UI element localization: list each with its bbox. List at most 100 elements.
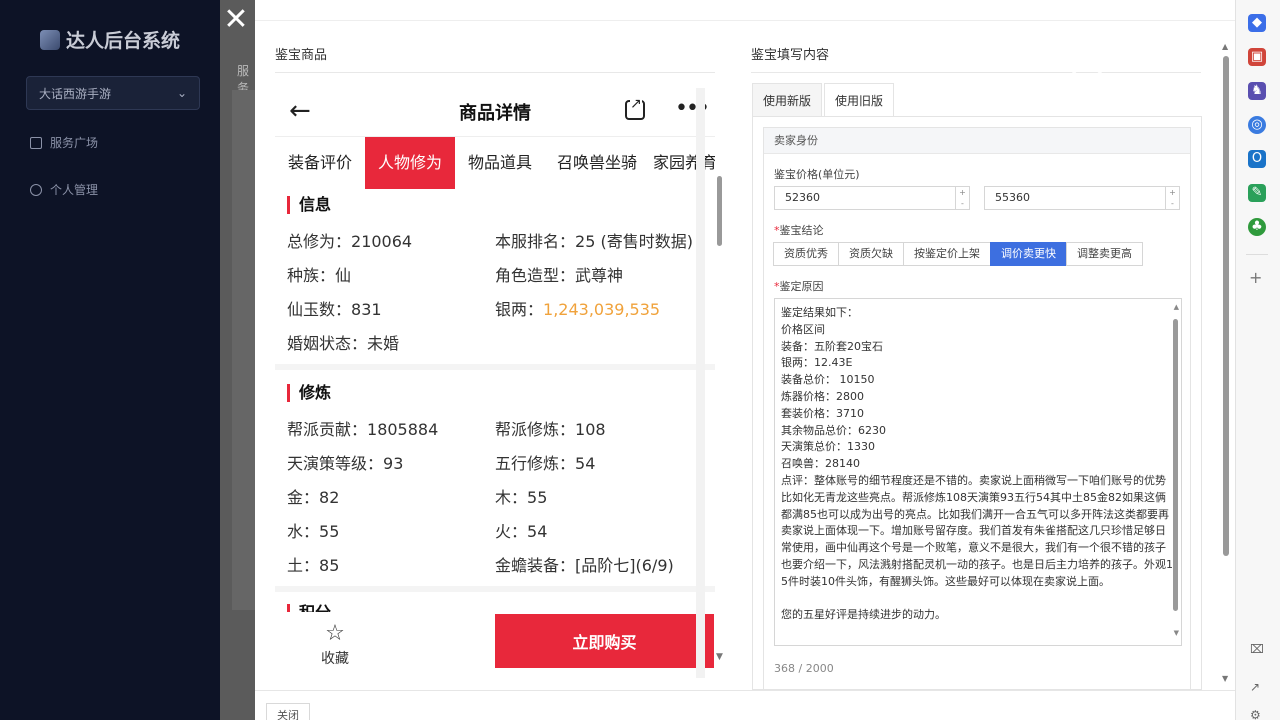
screenshot-icon[interactable]: ⌧ (1250, 642, 1264, 656)
game-select-value: 大话西游手游 (39, 86, 112, 101)
tab-old-version[interactable]: 使用旧版 (824, 83, 895, 117)
train-group-title: 修炼 (287, 384, 331, 402)
building-icon (30, 136, 42, 149)
divider (275, 72, 715, 73)
tab-character-cultivation[interactable]: 人物修为 (365, 137, 455, 189)
add-icon[interactable]: + (1249, 268, 1262, 287)
tag-icon[interactable]: ◆ (1248, 14, 1266, 32)
preview-scrollbar[interactable] (696, 88, 705, 678)
preview-footer: ☆ 收藏 立即购买 (275, 612, 715, 686)
card-title: 卖家身份 (764, 128, 1190, 154)
share-icon[interactable] (625, 96, 645, 120)
textarea-scrollbar[interactable] (1173, 319, 1178, 611)
train-water: 水：55 (287, 522, 340, 541)
info-silver: 银两：1,243,039,535 (495, 300, 661, 319)
points-group-title: 积分 (287, 604, 331, 612)
price-max-input[interactable]: 55360 + - (984, 186, 1180, 210)
external-link-icon[interactable]: ↗ (1250, 680, 1260, 694)
divider (275, 586, 715, 592)
train-guild-contribution: 帮派贡献：1805884 (287, 420, 439, 439)
form-panel: 卖家身份 鉴宝价格(单位元) 52360 + - 55360 + - *鉴宝结论 资… (752, 116, 1202, 697)
conclusion-label: *鉴宝结论 (774, 224, 824, 237)
divider (275, 364, 715, 370)
form-section-title: 鉴宝填写内容 (751, 48, 830, 63)
stepper-icon[interactable]: + - (1165, 187, 1179, 209)
background-overlay: 服务 (220, 0, 255, 720)
chess-icon[interactable]: ♞ (1248, 82, 1266, 100)
sidebar-item-service-plaza[interactable]: 服务广场 (30, 134, 98, 151)
sidebar-item-label: 个人管理 (50, 183, 99, 197)
game-select[interactable]: 大话西游手游 ⌄ (26, 76, 200, 110)
settings-icon[interactable]: ⚙ (1250, 708, 1261, 720)
logo-icon (40, 29, 60, 50)
conclusion-option[interactable]: 资质优秀 (773, 242, 839, 266)
train-tianyan-level: 天演策等级：93 (287, 454, 404, 473)
scroll-up-arrow-icon[interactable]: ▲ (1222, 42, 1228, 51)
favorite-button[interactable]: ☆ 收藏 (305, 622, 365, 668)
info-total-cultivation: 总修为：210064 (287, 232, 413, 251)
watermark: CC截图 (1070, 46, 1181, 81)
stepper-icon[interactable]: + - (955, 187, 969, 209)
tab-items[interactable]: 物品道具 (455, 137, 545, 189)
seller-card: 卖家身份 鉴宝价格(单位元) 52360 + - 55360 + - *鉴宝结论 资… (763, 127, 1191, 697)
tab-home[interactable]: 家园养育 (653, 137, 715, 189)
train-guild-cultivation: 帮派修炼：108 (495, 420, 606, 439)
info-race: 种族：仙 (287, 266, 352, 285)
sidebar: 达人后台系统 大话西游手游 ⌄ 服务广场 个人管理 (0, 0, 220, 720)
info-group-title: 信息 (287, 196, 331, 214)
scroll-up-arrow-icon[interactable]: ▲ (1174, 303, 1179, 311)
background-panel (232, 90, 255, 610)
divider (255, 20, 1235, 21)
toolbox-icon[interactable]: ▣ (1248, 48, 1266, 66)
train-fire: 火：54 (495, 522, 548, 541)
train-earth: 土：85 (287, 556, 340, 575)
price-min-input[interactable]: 52360 + - (774, 186, 970, 210)
scroll-down-arrow-icon[interactable]: ▼ (1222, 674, 1228, 683)
app-logo: 达人后台系统 (40, 26, 180, 53)
goods-section-title: 鉴宝商品 (275, 48, 328, 63)
info-jade: 仙玉数：831 (287, 300, 382, 319)
price-min-value: 52360 (785, 191, 820, 204)
conclusion-option[interactable]: 资质欠缺 (838, 242, 904, 266)
tab-summons-mounts[interactable]: 召唤兽坐骑 (545, 137, 649, 189)
detail-body: 信息 总修为：210064 本服排名：25 (寄售时数据) 种族：仙 角色造型：… (275, 188, 715, 612)
preview-scrollbar-thumb[interactable] (717, 176, 722, 246)
train-five-elements: 五行修炼：54 (495, 454, 596, 473)
tab-equipment-rating[interactable]: 装备评价 (275, 137, 365, 189)
train-metal: 金：82 (287, 488, 340, 507)
outlook-icon[interactable]: O (1248, 150, 1266, 168)
tree-icon[interactable]: ♣ (1248, 218, 1266, 236)
preview-title: 商品详情 (459, 103, 531, 124)
close-modal-icon[interactable]: ✕ (221, 5, 251, 36)
sidebar-item-label: 服务广场 (50, 136, 99, 150)
conclusion-group: 资质优秀 资质欠缺 按鉴定价上架 调价卖更快 调整卖更高 (773, 242, 1143, 266)
conclusion-option[interactable]: 调整卖更高 (1066, 242, 1143, 266)
reason-textarea[interactable]: 鉴定结果如下： 价格区间 装备：五阶套20宝石 银两：12.43E 装备总价： … (774, 298, 1182, 646)
info-role-model: 角色造型：武尊神 (495, 266, 624, 285)
product-detail-preview: ← 商品详情 ••• 装备评价 人物修为 物品道具 召唤兽坐骑 家园养育 信息 … (275, 86, 715, 686)
close-button[interactable]: 关闭 (266, 703, 310, 720)
conclusion-option[interactable]: 按鉴定价上架 (903, 242, 991, 266)
price-label: 鉴宝价格(单位元) (774, 168, 860, 181)
reason-label: *鉴定原因 (774, 280, 824, 293)
train-toad-equipment: 金蟾装备：[品阶七](6/9) (495, 556, 674, 575)
divider (1246, 254, 1268, 255)
form-scrollbar[interactable] (1223, 56, 1229, 556)
paint-icon[interactable]: ✎ (1248, 184, 1266, 202)
conclusion-option-selected[interactable]: 调价卖更快 (990, 242, 1067, 266)
chevron-down-icon: ⌄ (176, 86, 187, 100)
copilot-icon[interactable]: ◎ (1248, 116, 1266, 134)
tab-new-version[interactable]: 使用新版 (752, 83, 823, 117)
sidebar-item-personal[interactable]: 个人管理 (30, 181, 98, 198)
reason-text: 鉴定结果如下： 价格区间 装备：五阶套20宝石 银两：12.43E 装备总价： … (781, 306, 1173, 622)
scroll-down-arrow-icon[interactable]: ▼ (716, 652, 723, 662)
version-tabs: 使用新版 使用旧版 (752, 83, 896, 117)
train-wood: 木：55 (495, 488, 548, 507)
buy-now-button[interactable]: 立即购买 (495, 614, 714, 668)
char-counter: 368 / 2000 (774, 662, 834, 675)
detail-tabs: 装备评价 人物修为 物品道具 召唤兽坐骑 家园养育 (275, 136, 715, 189)
scroll-down-arrow-icon[interactable]: ▼ (1174, 629, 1179, 637)
appraisal-modal: 鉴宝商品 鉴宝填写内容 ← 商品详情 ••• 装备评价 人物修为 物品道具 召唤… (255, 0, 1235, 720)
preview-header: ← 商品详情 ••• (275, 86, 715, 136)
price-max-value: 55360 (995, 191, 1030, 204)
